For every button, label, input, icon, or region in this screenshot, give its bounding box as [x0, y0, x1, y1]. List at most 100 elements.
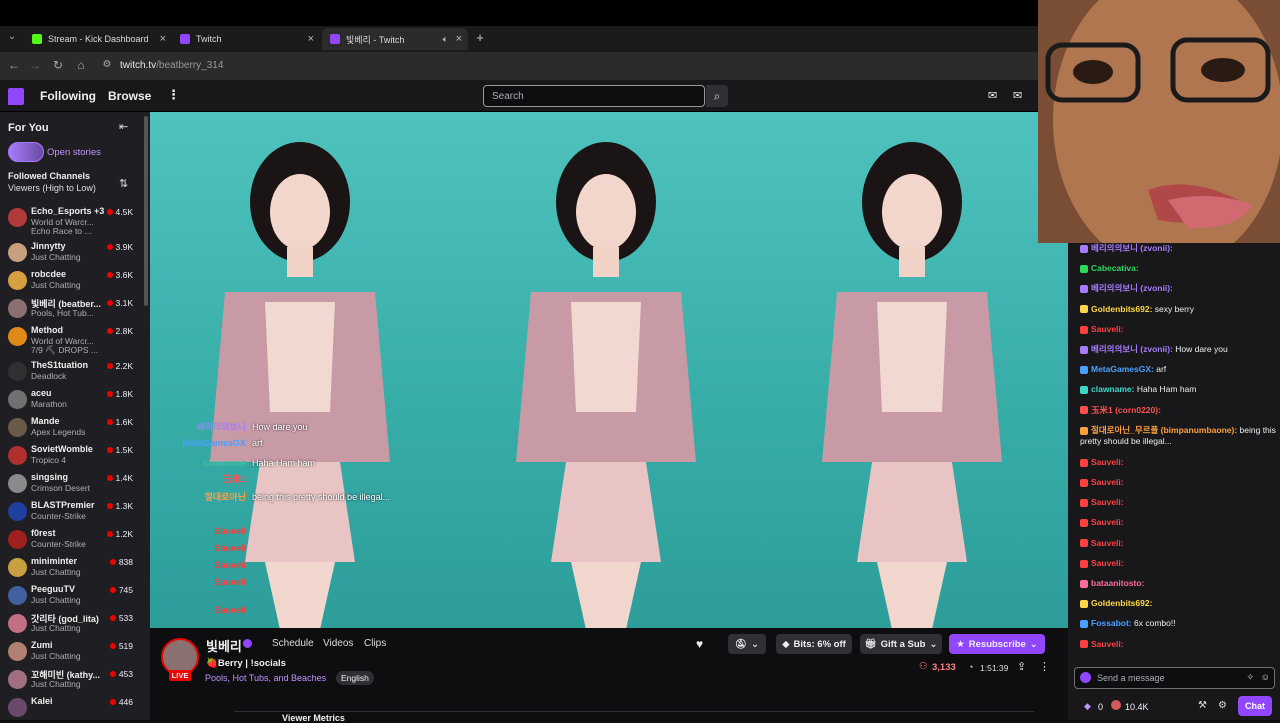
twitch-logo-icon[interactable] — [8, 88, 24, 105]
mod-tools-icon[interactable]: ⚒ — [1198, 700, 1207, 711]
sidebar-channel-item[interactable]: 꼬해미빈 (kathy... Just Chatting 453 — [0, 666, 150, 694]
video-player[interactable]: 베리의의보니 How dare you MetaGamesGX arf clawname… — [150, 112, 1068, 628]
new-tab-button[interactable]: + — [472, 30, 488, 45]
share-icon[interactable]: ⇪ — [1017, 660, 1026, 673]
more-options-icon[interactable]: ⋮ — [1039, 660, 1050, 673]
videos-link[interactable]: Videos — [323, 638, 353, 649]
stream-category-link[interactable]: Pools, Hot Tubs, and Beaches — [205, 673, 326, 683]
close-icon[interactable]: × — [456, 33, 462, 45]
site-info-icon[interactable]: ⚙ — [99, 59, 115, 70]
chat-username[interactable]: Goldenbits692: — [1091, 598, 1152, 608]
more-menu-icon[interactable]: ⋮ — [167, 87, 180, 103]
sidebar-channel-item[interactable]: singsing Crimson Desert 1.4K — [0, 470, 150, 498]
speaker-icon[interactable]: 🔈︎ — [443, 34, 448, 45]
chat-username[interactable]: Sauveli: — [1091, 497, 1124, 507]
chat-username[interactable]: Sauveli: — [1091, 324, 1124, 334]
bits-icon[interactable] — [1111, 700, 1121, 710]
bits-icon: ◆ — [782, 638, 790, 650]
sidebar-channel-item[interactable]: 갓리타 (god_lita) Just Chatting 533 — [0, 610, 150, 638]
chat-input[interactable]: Send a message ✧ ☺ — [1074, 667, 1275, 689]
chat-send-button[interactable]: Chat — [1238, 696, 1272, 716]
chat-username[interactable]: 玉米1 (corn0220): — [1091, 405, 1161, 415]
home-icon[interactable]: ⌂ — [73, 58, 89, 72]
channel-avatar — [8, 474, 27, 493]
notifications-button[interactable]: 🔕︎ ⌄ — [728, 634, 766, 654]
inbox-icon[interactable]: ✉ — [988, 89, 997, 102]
sidebar-channel-item[interactable]: 빛베리 (beatber... Pools, Hot Tub... 3.1K — [0, 295, 150, 323]
sidebar-channel-item[interactable]: Mande Apex Legends 1.6K — [0, 414, 150, 442]
sidebar-channel-category: Crimson Desert — [31, 483, 91, 493]
browser-tab-kick[interactable]: Stream - Kick Dashboard × — [24, 28, 172, 50]
channel-name[interactable]: 빛베리 — [206, 636, 242, 655]
chat-username[interactable]: clawname: — [1091, 384, 1134, 394]
chat-username[interactable]: 베리의의보니 (zvonii): — [1091, 344, 1173, 354]
emote-picker-icon[interactable]: ☺ — [1261, 672, 1270, 682]
chat-username[interactable]: Cabecativa: — [1091, 263, 1139, 273]
effects-icon[interactable]: ✧ — [1246, 672, 1254, 683]
nav-following[interactable]: Following — [40, 89, 96, 103]
chat-username[interactable]: Sauveli: — [1091, 639, 1124, 649]
resubscribe-button[interactable]: ★ Resubscribe ⌄ — [949, 634, 1045, 654]
sidebar-channel-item[interactable]: robcdee Just Chatting 3.6K — [0, 267, 150, 295]
browser-tab-active[interactable]: 빛베리 - Twitch 🔈︎ × — [322, 28, 468, 50]
chat-message: 玉米1 (corn0220): — [1080, 405, 1276, 416]
url-field[interactable]: twitch.tv/beatberry_314 — [120, 60, 223, 71]
sidebar-channel-item[interactable]: Echo_Esports +3 World of Warcr... Echo Rac… — [0, 204, 150, 236]
chat-identity-icon[interactable] — [1080, 672, 1091, 683]
chat-username[interactable]: Sauveli: — [1091, 477, 1124, 487]
clips-link[interactable]: Clips — [364, 638, 386, 649]
tab-list-chevron-icon[interactable]: ⌄ — [4, 31, 20, 42]
sidebar-channel-item[interactable]: aceu Marathon 1.8K — [0, 386, 150, 414]
overlay-chat-user: 절대로아닌 — [204, 492, 246, 502]
chat-username[interactable]: bataanitosto: — [1091, 578, 1144, 588]
gift-sub-button[interactable]: 🎁︎ Gift a Sub ⌄ — [860, 634, 942, 654]
chat-username[interactable]: Sauveli: — [1091, 517, 1124, 527]
follow-heart-icon[interactable]: ♥ — [696, 637, 703, 651]
search-icon[interactable]: ⌕ — [706, 85, 728, 107]
sidebar-channel-item[interactable]: TheS1tuation Deadlock 2.2K — [0, 358, 150, 386]
whispers-icon[interactable]: ✉ — [1013, 89, 1022, 102]
language-tag[interactable]: English — [336, 671, 374, 685]
bits-discount-button[interactable]: ◆ Bits: 6% off — [776, 634, 852, 654]
chat-username[interactable]: MetaGamesGX: — [1091, 364, 1154, 374]
sidebar-channel-item[interactable]: PeeguuTV Just Chatting 745 — [0, 582, 150, 610]
chat-username[interactable]: 베리의의보니 (zvonii): — [1091, 243, 1173, 253]
live-dot-icon — [106, 503, 113, 509]
sidebar-scrollbar[interactable] — [144, 116, 148, 306]
streamer-figure — [210, 142, 390, 628]
chat-message: Sauveli: — [1080, 457, 1276, 468]
sidebar-channel-item[interactable]: SovietWomble Tropico 4 1.5K — [0, 442, 150, 470]
search-input[interactable]: Search — [483, 85, 705, 107]
stories-avatars[interactable] — [8, 142, 44, 162]
sidebar-channel-item[interactable]: Kalei 446 — [0, 694, 150, 722]
browser-tab-twitch[interactable]: Twitch × — [172, 28, 320, 50]
live-dot-icon — [109, 643, 116, 649]
chat-username[interactable]: Fossabot: — [1091, 618, 1132, 628]
forward-icon[interactable]: → — [27, 58, 43, 72]
back-icon[interactable]: ← — [6, 58, 22, 72]
sidebar-channel-item[interactable]: Zumi Just Chatting 519 — [0, 638, 150, 666]
sort-icon[interactable]: ⇅ — [119, 177, 128, 190]
chat-username[interactable]: Sauveli: — [1091, 538, 1124, 548]
schedule-link[interactable]: Schedule — [272, 638, 314, 649]
sidebar-channel-item[interactable]: miniminter Just Chatting 838 — [0, 554, 150, 582]
collapse-sidebar-icon[interactable]: ⇤ — [119, 120, 128, 133]
chat-username[interactable]: Sauveli: — [1091, 457, 1124, 467]
open-stories-link[interactable]: Open stories — [47, 147, 101, 158]
sidebar-channel-item[interactable]: BLASTPremier Counter-Strike 1.3K — [0, 498, 150, 526]
sidebar-channel-viewers: 1.8K — [106, 389, 133, 399]
sidebar-channel-item[interactable]: Jinnytty Just Chatting 3.9K — [0, 239, 150, 267]
reload-icon[interactable]: ↻ — [50, 58, 66, 72]
chat-username[interactable]: 베리의의보니 (zvonii): — [1091, 283, 1173, 293]
chat-username[interactable]: Goldenbits692: — [1091, 304, 1152, 314]
channel-points-icon[interactable]: ◆ — [1084, 701, 1091, 712]
close-icon[interactable]: × — [308, 33, 314, 45]
sidebar-channel-item[interactable]: Method World of Warcr... 7/9 ⛏ DROPS ... 2.… — [0, 323, 150, 355]
chat-settings-icon[interactable]: ⚙ — [1218, 700, 1227, 711]
chat-username[interactable]: 절대로아닌_무르플 (bimpanumbaone): — [1091, 425, 1237, 435]
nav-browse[interactable]: Browse — [108, 89, 151, 103]
close-icon[interactable]: × — [160, 33, 166, 45]
sidebar-channel-item[interactable]: f0rest Counter-Strike 1.2K — [0, 526, 150, 554]
chat-message: Sauveli: — [1080, 558, 1276, 569]
chat-username[interactable]: Sauveli: — [1091, 558, 1124, 568]
